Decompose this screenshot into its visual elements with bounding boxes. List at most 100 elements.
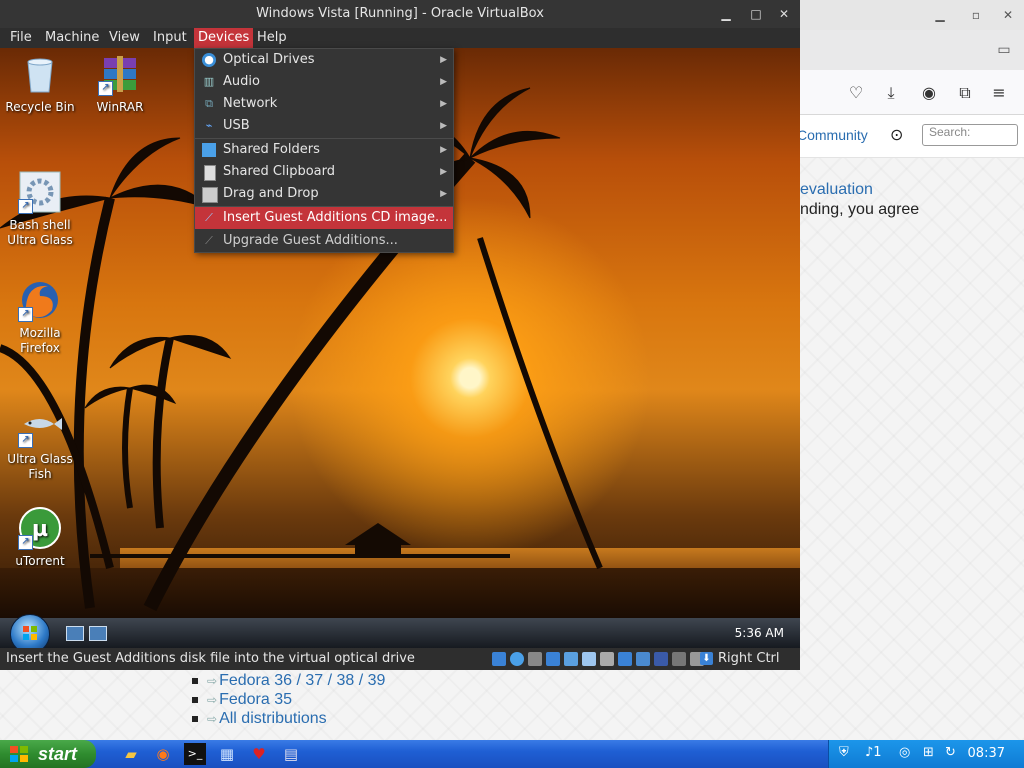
start-button[interactable]: start bbox=[0, 740, 96, 768]
extensions-icon[interactable]: ⧉ bbox=[954, 82, 976, 104]
shortcut-arrow-icon: ↗ bbox=[98, 81, 113, 96]
file-manager-icon[interactable]: ▰ bbox=[120, 743, 142, 765]
app-task-icon[interactable]: ▤ bbox=[280, 743, 302, 765]
bash-shell-icon: ↗ bbox=[18, 170, 62, 214]
desktop-icon-label: Mozilla Firefox bbox=[19, 326, 61, 355]
wine-icon[interactable]: ♥ bbox=[248, 743, 270, 765]
menu-item-audio[interactable]: ▥ Audio ▶ bbox=[195, 71, 453, 93]
audio-status-icon[interactable] bbox=[528, 652, 542, 666]
shortcut-arrow-icon: ↗ bbox=[18, 535, 33, 550]
wand-icon: ⟋ bbox=[205, 234, 213, 247]
switch-windows-icon[interactable] bbox=[89, 626, 107, 641]
close-icon[interactable]: ✕ bbox=[774, 4, 794, 24]
user-icon[interactable]: ⊙ bbox=[890, 125, 903, 144]
desktop-icon-ultra-glass-fish[interactable]: ↗ Ultra Glass Fish bbox=[0, 404, 80, 482]
recycle-bin-icon bbox=[18, 52, 62, 96]
recording-status-icon[interactable] bbox=[618, 652, 632, 666]
clipboard-status-icon[interactable] bbox=[636, 652, 650, 666]
submenu-arrow-icon: ▶ bbox=[440, 189, 447, 199]
menu-devices[interactable]: Devices bbox=[194, 28, 254, 48]
show-desktop-icon[interactable] bbox=[66, 626, 84, 641]
network-icon[interactable]: ⊞ bbox=[923, 745, 934, 760]
network-status-icon[interactable] bbox=[546, 652, 560, 666]
desktop-icon-winrar[interactable]: ↗ WinRAR bbox=[80, 52, 160, 115]
desktop-icon-utorrent[interactable]: µ ↗ uTorrent bbox=[0, 506, 80, 569]
eye-icon[interactable]: ◎ bbox=[899, 745, 910, 760]
site-search-input[interactable]: Search: bbox=[922, 124, 1018, 146]
updates-icon[interactable]: ↻ bbox=[945, 745, 956, 760]
submenu-arrow-icon: ▶ bbox=[440, 77, 447, 87]
notifications-icon[interactable]: ♪1 bbox=[865, 745, 882, 760]
menu-item-optical-drives[interactable]: ● Optical Drives ▶ bbox=[195, 49, 453, 71]
audio-icon: ▥ bbox=[203, 75, 215, 88]
menu-item-insert-guest-additions[interactable]: ⟋ Insert Guest Additions CD image... bbox=[195, 207, 453, 229]
window-title: Windows Vista [Running] - Oracle Virtual… bbox=[0, 0, 800, 28]
search-placeholder: Search: bbox=[929, 125, 971, 139]
desktop-icon-label: Ultra Glass Fish bbox=[7, 452, 73, 481]
submenu-arrow-icon: ▶ bbox=[440, 121, 447, 131]
page-heading-fragment[interactable]: evaluation bbox=[800, 181, 873, 199]
pocket-icon[interactable]: ♡ bbox=[845, 82, 867, 104]
menu-input[interactable]: Input bbox=[149, 28, 191, 48]
optical-drive-status-icon[interactable] bbox=[510, 652, 524, 666]
menu-item-shared-folders[interactable]: Shared Folders ▶ bbox=[195, 139, 453, 161]
minimize-icon[interactable]: ▁ bbox=[930, 5, 950, 25]
guest-clock[interactable]: 5:36 AM bbox=[735, 618, 784, 648]
tab-overview-icon[interactable]: ▭ bbox=[994, 40, 1014, 60]
system-tray: ⛨ ♪1 ◎ ⊞ ↻ 08:37 bbox=[828, 740, 1024, 768]
start-label: start bbox=[38, 744, 78, 764]
disc-icon: ● bbox=[202, 53, 216, 67]
maximize-icon[interactable]: □ bbox=[746, 4, 766, 24]
desktop-icon-label: Recycle Bin bbox=[5, 100, 75, 114]
fish-icon: ↗ bbox=[18, 404, 62, 448]
shield-icon[interactable]: ⛨ bbox=[839, 745, 849, 760]
menu-item-network[interactable]: ⧉ Network ▶ bbox=[195, 93, 453, 115]
menu-help[interactable]: Help bbox=[253, 28, 291, 48]
folder-icon bbox=[202, 143, 216, 157]
shortcut-arrow-icon: ↗ bbox=[18, 199, 33, 214]
menu-item-shared-clipboard[interactable]: Shared Clipboard ▶ bbox=[195, 161, 453, 183]
desktop-icon-firefox[interactable]: ↗ Mozilla Firefox bbox=[0, 278, 80, 356]
host-clock[interactable]: 08:37 bbox=[968, 740, 1005, 768]
usb-status-icon[interactable] bbox=[564, 652, 578, 666]
list-item[interactable]: ⇨ Fedora 36 / 37 / 38 / 39 bbox=[192, 671, 385, 690]
menu-item-upgrade-guest-additions[interactable]: ⟋ Upgrade Guest Additions... bbox=[195, 230, 453, 252]
terminal-icon[interactable]: >_ bbox=[184, 743, 206, 765]
firefox-icon: ↗ bbox=[18, 278, 62, 322]
menu-item-usb[interactable]: ⌁ USB ▶ bbox=[195, 115, 453, 137]
menu-file[interactable]: File bbox=[6, 28, 36, 48]
status-bar: Insert the Guest Additions disk file int… bbox=[0, 648, 800, 670]
link-arrow-icon: ⇨ bbox=[207, 693, 218, 707]
hard-disk-status-icon[interactable] bbox=[492, 652, 506, 666]
submenu-arrow-icon: ▶ bbox=[440, 167, 447, 177]
submenu-arrow-icon: ▶ bbox=[440, 55, 447, 65]
desktop-icon-bash-shell[interactable]: ↗ Bash shell Ultra Glass bbox=[0, 170, 80, 248]
account-icon[interactable]: ◉ bbox=[918, 82, 940, 104]
host-key-label: Right Ctrl bbox=[718, 651, 780, 666]
distro-list: ⇨ Fedora 36 / 37 / 38 / 39 ⇨ Fedora 35 ⇨ Al… bbox=[192, 671, 385, 728]
shortcut-arrow-icon: ↗ bbox=[18, 307, 33, 322]
mouse-integration-status-icon[interactable] bbox=[672, 652, 686, 666]
close-icon[interactable]: ✕ bbox=[998, 5, 1018, 25]
menu-view[interactable]: View bbox=[105, 28, 144, 48]
desktop-icon-recycle-bin[interactable]: Recycle Bin bbox=[0, 52, 80, 115]
submenu-arrow-icon: ▶ bbox=[440, 145, 447, 155]
maximize-icon[interactable]: ▫ bbox=[966, 5, 986, 25]
download-icon[interactable]: ⤓ bbox=[880, 82, 902, 104]
submenu-arrow-icon: ▶ bbox=[440, 99, 447, 109]
community-link[interactable]: Community bbox=[797, 127, 868, 143]
virtualbox-task-icon[interactable]: ▦ bbox=[216, 743, 238, 765]
minimize-icon[interactable]: ▁ bbox=[716, 4, 736, 24]
menu-item-drag-and-drop[interactable]: Drag and Drop ▶ bbox=[195, 183, 453, 205]
display-status-icon[interactable] bbox=[600, 652, 614, 666]
firefox-icon[interactable]: ◉ bbox=[152, 743, 174, 765]
host-key-indicator[interactable]: ⬇ Right Ctrl bbox=[700, 648, 780, 670]
list-item[interactable]: ⇨ All distributions bbox=[192, 709, 385, 728]
menu-machine[interactable]: Machine bbox=[41, 28, 103, 48]
virtualization-status-icon[interactable] bbox=[654, 652, 668, 666]
list-item[interactable]: ⇨ Fedora 35 bbox=[192, 690, 385, 709]
hamburger-menu-icon[interactable]: ≡ bbox=[988, 82, 1010, 104]
shared-folders-status-icon[interactable] bbox=[582, 652, 596, 666]
page-text-fragment: nding, you agree bbox=[800, 201, 920, 218]
wand-icon: ⟋ bbox=[205, 211, 213, 224]
